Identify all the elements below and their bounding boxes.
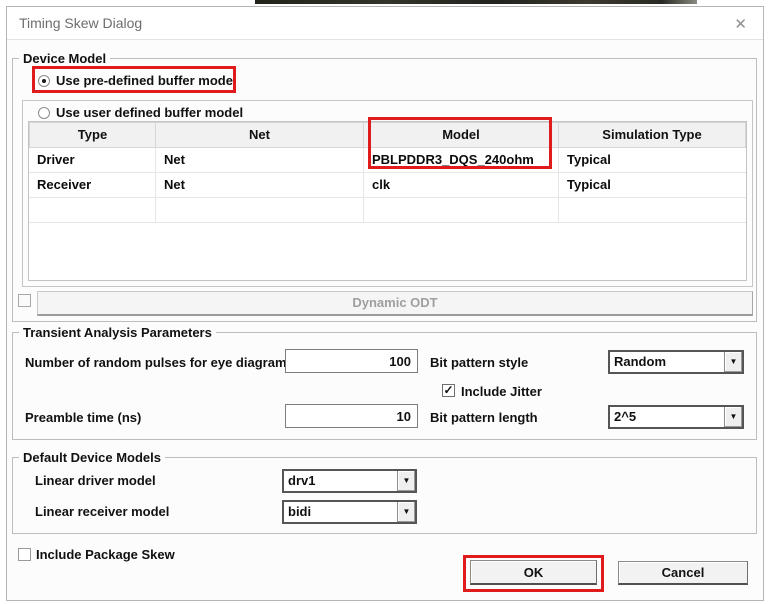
include-package-skew-checkbox[interactable] xyxy=(18,548,31,561)
linear-driver-model-dropdown[interactable]: drv1 ▼ xyxy=(282,469,417,493)
preamble-time-input[interactable] xyxy=(285,404,418,428)
ok-button[interactable]: OK xyxy=(470,560,597,585)
table-row[interactable]: Receiver Net clk Typical xyxy=(29,173,746,198)
bit-pattern-length-dropdown[interactable]: 2^5 ▼ xyxy=(608,405,744,429)
column-header-type[interactable]: Type xyxy=(29,122,156,148)
column-header-net[interactable]: Net xyxy=(156,122,364,148)
table-row[interactable]: Driver Net PBLPDDR3_DQS_240ohm Typical xyxy=(29,148,746,173)
cell-empty[interactable] xyxy=(156,198,364,223)
dialog-title: Timing Skew Dialog xyxy=(19,15,142,31)
bit-pattern-style-label: Bit pattern style xyxy=(430,355,528,370)
table-row-empty[interactable] xyxy=(29,198,746,223)
background-window-artifact xyxy=(255,0,697,4)
chevron-down-icon[interactable]: ▼ xyxy=(397,471,415,491)
dynamic-odt-button[interactable]: Dynamic ODT xyxy=(37,291,753,316)
chevron-down-icon[interactable]: ▼ xyxy=(724,352,742,372)
chevron-down-icon[interactable]: ▼ xyxy=(397,502,415,522)
transient-analysis-group-label: Transient Analysis Parameters xyxy=(19,325,216,340)
linear-driver-model-value: drv1 xyxy=(288,473,315,488)
dynamic-odt-checkbox[interactable] xyxy=(18,294,31,307)
dialog-titlebar: Timing Skew Dialog ✕ xyxy=(7,7,763,40)
column-header-simulation-type[interactable]: Simulation Type xyxy=(559,122,746,148)
close-icon[interactable]: ✕ xyxy=(730,13,751,35)
cell-driver-model[interactable]: PBLPDDR3_DQS_240ohm xyxy=(364,148,559,173)
predefined-buffer-radio-label[interactable]: Use pre-defined buffer model xyxy=(56,73,237,88)
linear-driver-model-label: Linear driver model xyxy=(35,473,156,488)
cell-empty[interactable] xyxy=(29,198,156,223)
cell-driver-net[interactable]: Net xyxy=(156,148,364,173)
bit-pattern-style-dropdown[interactable]: Random ▼ xyxy=(608,350,744,374)
cell-driver-type[interactable]: Driver xyxy=(29,148,156,173)
cell-empty[interactable] xyxy=(559,198,746,223)
linear-receiver-model-value: bidi xyxy=(288,504,311,519)
buffer-model-table: Type Net Model Simulation Type Driver Ne… xyxy=(28,121,747,281)
cell-receiver-type[interactable]: Receiver xyxy=(29,173,156,198)
screenshot-stage: Timing Skew Dialog ✕ Device Model Use pr… xyxy=(0,0,770,604)
linear-receiver-model-dropdown[interactable]: bidi ▼ xyxy=(282,500,417,524)
cell-empty[interactable] xyxy=(364,198,559,223)
bit-pattern-length-label: Bit pattern length xyxy=(430,410,538,425)
cancel-button[interactable]: Cancel xyxy=(618,561,748,585)
table-header-row: Type Net Model Simulation Type xyxy=(29,122,746,148)
predefined-buffer-radio[interactable] xyxy=(38,75,50,87)
cell-receiver-simtype[interactable]: Typical xyxy=(559,173,746,198)
bit-pattern-length-value: 2^5 xyxy=(614,409,636,424)
cell-receiver-model[interactable]: clk xyxy=(364,173,559,198)
device-model-group-label: Device Model xyxy=(19,51,110,66)
cell-driver-simtype[interactable]: Typical xyxy=(559,148,746,173)
linear-receiver-model-label: Linear receiver model xyxy=(35,504,169,519)
default-device-models-group-label: Default Device Models xyxy=(19,450,165,465)
preamble-time-label: Preamble time (ns) xyxy=(25,410,141,425)
userdefined-buffer-radio-label[interactable]: Use user defined buffer model xyxy=(56,105,243,120)
cell-receiver-net[interactable]: Net xyxy=(156,173,364,198)
bit-pattern-style-value: Random xyxy=(614,354,666,369)
include-package-skew-label[interactable]: Include Package Skew xyxy=(36,547,175,562)
userdefined-buffer-radio[interactable] xyxy=(38,107,50,119)
random-pulses-label: Number of random pulses for eye diagram xyxy=(25,355,287,370)
include-jitter-checkbox[interactable]: ✓ xyxy=(442,384,455,397)
chevron-down-icon[interactable]: ▼ xyxy=(724,407,742,427)
column-header-model[interactable]: Model xyxy=(364,122,559,148)
include-jitter-label[interactable]: Include Jitter xyxy=(461,384,542,399)
random-pulses-input[interactable] xyxy=(285,349,418,373)
